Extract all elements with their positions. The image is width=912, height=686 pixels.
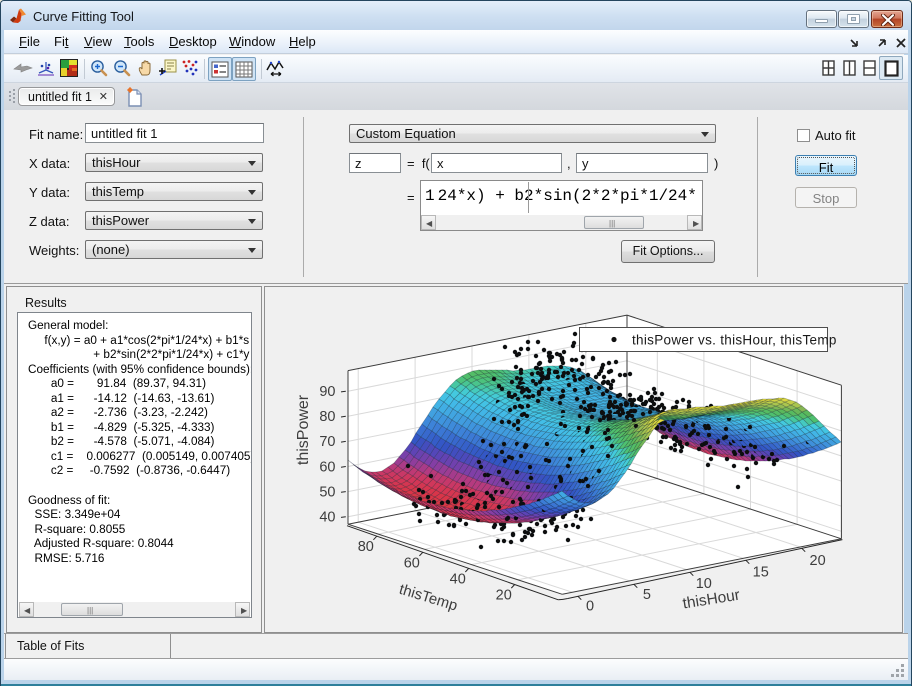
svg-text:thisPower vs. thisHour, thisTe: thisPower vs. thisHour, thisTemp <box>632 333 837 348</box>
svg-text:80: 80 <box>319 409 335 425</box>
svg-text:thisPower: thisPower <box>295 394 312 465</box>
svg-text:20: 20 <box>810 553 826 569</box>
svg-text:10: 10 <box>696 576 712 592</box>
svg-text:40: 40 <box>450 571 466 587</box>
svg-text:80: 80 <box>358 539 374 555</box>
svg-text:60: 60 <box>319 459 335 475</box>
svg-text:5: 5 <box>643 587 651 603</box>
svg-text:15: 15 <box>753 565 769 581</box>
svg-text:50: 50 <box>319 484 335 500</box>
svg-text:20: 20 <box>496 588 512 604</box>
svg-text:90: 90 <box>319 384 335 400</box>
svg-text:0: 0 <box>586 599 594 615</box>
svg-text:70: 70 <box>319 434 335 450</box>
svg-text:60: 60 <box>404 555 420 571</box>
svg-text:40: 40 <box>319 510 335 526</box>
svg-text:thisHour: thisHour <box>681 587 741 613</box>
